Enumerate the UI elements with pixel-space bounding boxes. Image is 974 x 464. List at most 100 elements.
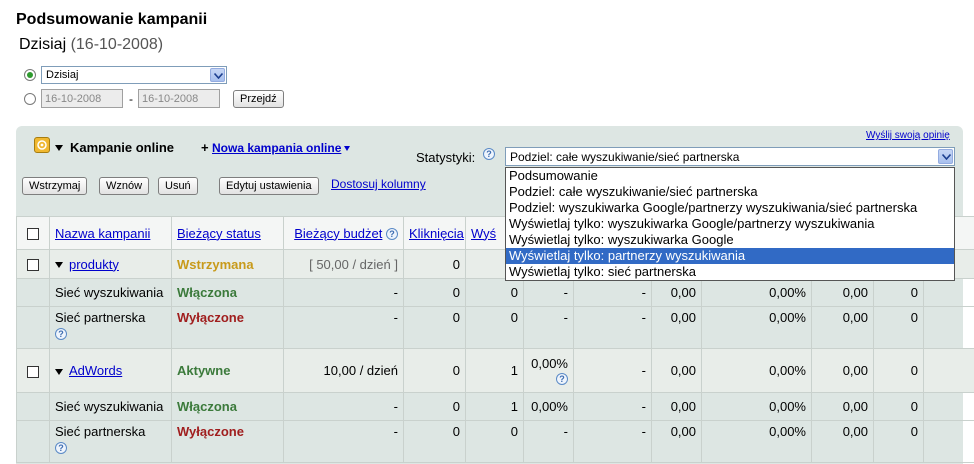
cpc-cell: - bbox=[573, 306, 652, 349]
metric-cell: 0,00 bbox=[811, 278, 874, 307]
expand-icon[interactable] bbox=[55, 262, 63, 269]
edit-settings-button[interactable]: Edytuj ustawienia bbox=[219, 177, 319, 195]
impr-cell: 1 bbox=[465, 348, 524, 393]
delete-button[interactable]: Usuń bbox=[158, 177, 198, 195]
impr-cell: 0 bbox=[465, 278, 524, 307]
campaign-name-link[interactable]: AdWords bbox=[69, 363, 122, 378]
network-help-icon[interactable]: ? bbox=[55, 441, 67, 454]
network-help-icon[interactable]: ? bbox=[55, 327, 67, 340]
radio-custom-range[interactable] bbox=[24, 93, 36, 105]
row-checkbox[interactable] bbox=[27, 365, 39, 378]
feedback-link[interactable]: Wyślij swoją opinię bbox=[866, 130, 950, 141]
metric-cell: 0 bbox=[873, 348, 924, 393]
cpc-cell: - bbox=[573, 348, 652, 393]
metric-cell: 0,00% bbox=[701, 278, 812, 307]
metric-cell: 0,00% bbox=[701, 348, 812, 393]
stats-select[interactable]: Podziel: całe wyszukiwanie/sieć partners… bbox=[505, 147, 955, 166]
clicks-cell: 0 bbox=[403, 278, 466, 307]
budget-cell: - bbox=[283, 420, 404, 463]
metric-cell: 0,00% bbox=[701, 420, 812, 463]
clicks-cell: 0 bbox=[403, 249, 466, 279]
stats-dropdown-list: Podsumowanie Podziel: całe wyszukiwanie/… bbox=[505, 167, 955, 281]
campaign-type-dropdown-icon[interactable] bbox=[55, 145, 63, 151]
ctr-cell: - bbox=[523, 278, 574, 307]
ctr-cell: 0,00%? bbox=[523, 348, 574, 393]
row-checkbox[interactable] bbox=[27, 259, 39, 272]
new-campaign-plus: + bbox=[201, 140, 209, 155]
chevron-down-icon[interactable] bbox=[938, 149, 953, 164]
impr-cell: 0 bbox=[465, 306, 524, 349]
metric-cell: 0,00 bbox=[811, 392, 874, 421]
col-header-name[interactable]: Nazwa kampanii bbox=[55, 226, 150, 241]
stats-option[interactable]: Podsumowanie bbox=[506, 168, 954, 184]
cost-cell: 0,00 bbox=[651, 420, 702, 463]
stats-option[interactable]: Wyświetlaj tylko: sieć partnerska bbox=[506, 264, 954, 280]
stats-label: Statystyki: bbox=[416, 150, 476, 165]
col-header-budget[interactable]: Bieżący budżet bbox=[294, 226, 382, 241]
stats-select-value: Podziel: całe wyszukiwanie/sieć partners… bbox=[510, 150, 740, 164]
budget-help-icon[interactable]: ? bbox=[386, 228, 398, 241]
customize-columns-link[interactable]: Dostosuj kolumny bbox=[331, 177, 426, 191]
cpc-cell: - bbox=[573, 392, 652, 421]
stats-option[interactable]: Podziel: wyszukiwarka Google/partnerzy w… bbox=[506, 200, 954, 216]
col-header-impressions[interactable]: Wyś bbox=[471, 226, 496, 241]
cost-cell: 0,00 bbox=[651, 306, 702, 349]
campaign-type-icon[interactable] bbox=[34, 137, 50, 153]
status-cell: Włączona bbox=[171, 392, 284, 421]
expand-icon[interactable] bbox=[55, 368, 63, 375]
budget-cell: - bbox=[283, 278, 404, 307]
date-separator: - bbox=[129, 92, 133, 106]
ctr-cell: - bbox=[523, 420, 574, 463]
stats-option[interactable]: Wyświetlaj tylko: partnerzy wyszukiwania bbox=[506, 248, 954, 264]
network-name: Sieć partnerska bbox=[55, 424, 146, 439]
impr-cell: 0 bbox=[465, 420, 524, 463]
table-row: Sieć partnerska? Wyłączone - 0 0 - - 0,0… bbox=[16, 420, 974, 463]
network-name: Sieć wyszukiwania bbox=[49, 278, 172, 307]
stats-option[interactable]: Podziel: całe wyszukiwanie/sieć partners… bbox=[506, 184, 954, 200]
budget-cell: - bbox=[283, 306, 404, 349]
network-name: Sieć wyszukiwania bbox=[49, 392, 172, 421]
new-campaign-link[interactable]: Nowa kampania online bbox=[212, 141, 341, 155]
budget-cell: [ 50,00 / dzień ] bbox=[283, 249, 404, 279]
status-cell: Wyłączone bbox=[171, 306, 284, 349]
clicks-cell: 0 bbox=[403, 348, 466, 393]
network-name: Sieć partnerska bbox=[55, 310, 146, 325]
campaigns-label: Kampanie online bbox=[70, 140, 175, 155]
impr-cell: 1 bbox=[465, 392, 524, 421]
metric-cell: 0,00% bbox=[701, 306, 812, 349]
radio-preset-range[interactable] bbox=[24, 69, 36, 81]
metric-cell: 0,00 bbox=[811, 420, 874, 463]
stats-option[interactable]: Wyświetlaj tylko: wyszukiwarka Google bbox=[506, 232, 954, 248]
select-all-checkbox[interactable] bbox=[27, 228, 39, 241]
stats-help-icon[interactable]: ? bbox=[483, 148, 495, 160]
status-cell: Włączona bbox=[171, 278, 284, 307]
status-cell: Aktywne bbox=[171, 348, 284, 393]
page-title: Podsumowanie kampanii bbox=[16, 11, 208, 28]
resume-button[interactable]: Wznów bbox=[99, 177, 150, 195]
cost-cell: 0,00 bbox=[651, 392, 702, 421]
chevron-down-icon[interactable] bbox=[210, 68, 225, 82]
pause-button[interactable]: Wstrzymaj bbox=[22, 177, 88, 195]
date-heading: Dzisiaj (16-10-2008) bbox=[19, 36, 163, 54]
stats-option[interactable]: Wyświetlaj tylko: wyszukiwarka Google/pa… bbox=[506, 216, 954, 232]
metric-cell: 0,00% bbox=[701, 392, 812, 421]
date-to-input[interactable] bbox=[138, 89, 220, 108]
cpc-cell: - bbox=[573, 278, 652, 307]
col-header-clicks[interactable]: Kliknięcia bbox=[409, 226, 464, 241]
ctr-help-icon[interactable]: ? bbox=[556, 373, 568, 386]
preset-range-select[interactable]: Dzisiaj bbox=[41, 66, 227, 84]
preset-range-value: Dzisiaj bbox=[46, 69, 79, 81]
col-header-status[interactable]: Bieżący status bbox=[177, 226, 261, 241]
date-from-input[interactable] bbox=[41, 89, 123, 108]
campaign-name-link[interactable]: produkty bbox=[69, 257, 119, 272]
date-label: Dzisiaj bbox=[19, 36, 67, 53]
ctr-cell: - bbox=[523, 306, 574, 349]
new-campaign-chevron-icon[interactable] bbox=[344, 146, 350, 151]
cpc-cell: - bbox=[573, 420, 652, 463]
table-row: Sieć wyszukiwania Włączona - 0 0 - - 0,0… bbox=[16, 278, 974, 307]
metric-cell: 0,00 bbox=[811, 348, 874, 393]
metric-cell: 0,00 bbox=[811, 306, 874, 349]
budget-cell: - bbox=[283, 392, 404, 421]
go-button[interactable]: Przejdź bbox=[233, 90, 284, 108]
status-cell: Wstrzymana bbox=[171, 249, 284, 279]
